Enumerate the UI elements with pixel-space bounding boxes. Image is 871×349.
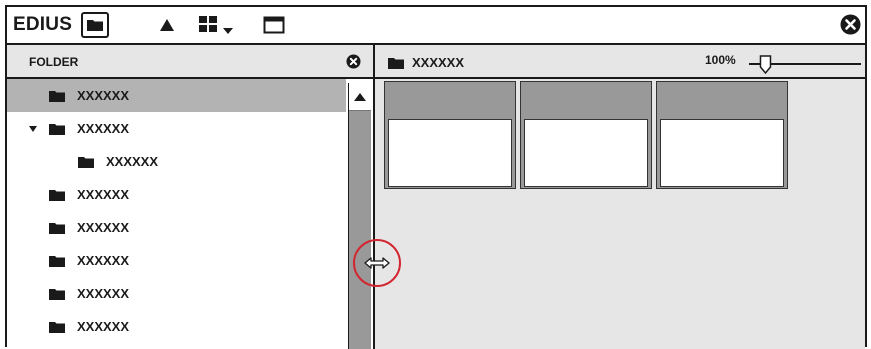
clip-thumbnail-image — [660, 119, 784, 187]
up-folder-button[interactable] — [155, 12, 179, 38]
folder-tree-scrollbar[interactable] — [348, 83, 371, 349]
folder-icon — [49, 289, 65, 300]
app-title: EDIUS — [13, 14, 73, 35]
thumbnail-view-button[interactable] — [197, 12, 239, 38]
folder-icon — [388, 58, 404, 69]
folder-tree-item[interactable]: XXXXXX — [7, 277, 346, 310]
folder-panel-header: FOLDER — [7, 45, 373, 79]
thumbnail-view-dropdown-icon — [199, 16, 233, 34]
folder-icon — [87, 20, 103, 31]
folder-panel: FOLDER XXXXXX XXXXXX XXXXXX XXXXXX XXXXXX XXX… — [7, 45, 375, 349]
zoom-slider[interactable] — [749, 53, 861, 75]
folder-panel-title: FOLDER — [29, 55, 79, 69]
folder-icon — [78, 157, 94, 168]
clip-thumbnail[interactable] — [384, 81, 516, 189]
window-button[interactable] — [262, 12, 286, 38]
clip-thumbnail-image — [524, 119, 648, 187]
folder-tree-item[interactable]: XXXXXX — [7, 244, 346, 277]
folder-tree-item[interactable]: XXXXXX — [7, 178, 346, 211]
folder-tree-item[interactable]: XXXXXX — [7, 145, 346, 178]
asset-bin-window: EDIUS FOLDER XXXXXX XXXXXX XXXXXX XXXXXX… — [5, 5, 867, 349]
resize-arrows-icon — [364, 257, 390, 269]
folder-icon — [49, 223, 65, 234]
folder-tree-item-label: XXXXXX — [77, 286, 130, 301]
current-folder-name: XXXXXX — [412, 55, 465, 70]
folder-icon — [49, 256, 65, 267]
clip-thumbnail-image — [388, 119, 512, 187]
folder-icon — [49, 124, 65, 135]
clip-thumbnail[interactable] — [656, 81, 788, 189]
zoom-value: 100% — [705, 53, 736, 67]
folder-icon — [49, 322, 65, 333]
scroll-up-arrow-icon — [354, 92, 366, 101]
expand-caret-icon[interactable] — [29, 125, 37, 133]
scroll-up-button[interactable] — [349, 83, 371, 111]
panel-resize-handle[interactable] — [353, 239, 401, 287]
folder-tree-item-label: XXXXXX — [77, 187, 130, 202]
folder-tree-item-label: XXXXXX — [77, 253, 130, 268]
folder-tree-item[interactable]: XXXXXX — [7, 112, 346, 145]
folder-tree-item-label: XXXXXX — [77, 88, 130, 103]
folder-tree-item[interactable]: XXXXXX — [7, 310, 346, 343]
zoom-slider-handle[interactable] — [759, 55, 772, 75]
folder-icon — [49, 91, 65, 102]
clip-view-panel: XXXXXX 100% — [375, 45, 865, 349]
folder-tree-item-label: XXXXXX — [77, 319, 130, 334]
toolbar: EDIUS — [7, 7, 865, 45]
folder-panel-close-icon[interactable] — [346, 54, 361, 69]
folder-tree-item-label: XXXXXX — [77, 220, 130, 235]
folder-tree-item[interactable]: XXXXXX — [7, 79, 346, 112]
close-icon[interactable] — [840, 14, 861, 35]
folder-view-button[interactable] — [81, 12, 109, 38]
clip-view-header: XXXXXX 100% — [375, 45, 865, 79]
clip-thumbnail[interactable] — [520, 81, 652, 189]
folder-tree-item[interactable]: XXXXXX — [7, 211, 346, 244]
folder-tree-item-label: XXXXXX — [77, 121, 130, 136]
window-icon — [263, 16, 285, 34]
folder-tree-item-label: XXXXXX — [106, 154, 159, 169]
app-window: EDIUS FOLDER XXXXXX XXXXXX XXXXXX XXXXXX… — [0, 0, 871, 349]
folder-tree: XXXXXX XXXXXX XXXXXX XXXXXX XXXXXX XXXXXX XXXX… — [7, 79, 346, 349]
folder-icon — [49, 190, 65, 201]
up-arrow-icon — [160, 19, 174, 31]
